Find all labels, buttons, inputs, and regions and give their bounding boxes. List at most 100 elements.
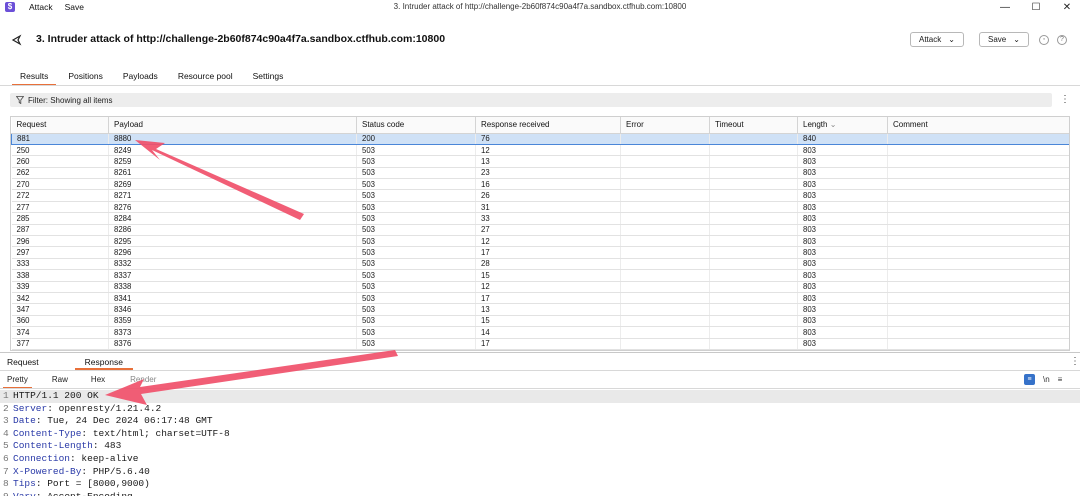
table-row[interactable]: 374 8373 503 14 803 [11, 326, 1069, 339]
table-row[interactable]: 360 8359 503 15 803 [11, 315, 1069, 328]
close-icon[interactable]: ✕ [1052, 0, 1080, 14]
col-timeout[interactable]: Timeout [709, 117, 798, 134]
tab-settings[interactable]: Settings [243, 68, 294, 86]
table-row[interactable]: 262 8261 503 23 803 [11, 167, 1069, 180]
kebab-menu-icon[interactable]: ⋮ [1070, 356, 1080, 367]
table-cell: 17 [475, 246, 621, 259]
filter-bar[interactable]: Filter: Showing all items [10, 93, 1052, 107]
view-tabs-divider [0, 388, 1080, 389]
table-cell: 503 [356, 315, 476, 328]
pause-icon[interactable]: ◦ [1039, 35, 1049, 45]
table-cell: 277 [11, 201, 109, 214]
table-cell: 803 [797, 281, 888, 293]
back-arrow-icon[interactable] [11, 34, 23, 46]
header-name: Tips [13, 478, 36, 490]
tab-resource-pool[interactable]: Resource pool [168, 68, 243, 86]
table-row[interactable]: 285 8284 503 33 803 [11, 212, 1069, 225]
tab-results[interactable]: Results [10, 68, 58, 86]
tab-response[interactable]: Response [74, 355, 134, 370]
table-cell: 803 [797, 338, 888, 350]
table-cell: 803 [797, 224, 888, 237]
table-row[interactable]: 296 8295 503 12 803 [11, 235, 1069, 248]
table-row[interactable]: 287 8286 503 27 803 [11, 224, 1069, 237]
table-cell [887, 144, 1069, 157]
save-dropdown-button[interactable]: Save ⌄ [979, 32, 1029, 47]
tab-raw[interactable]: Raw [45, 374, 75, 388]
header-name: X-Powered-By [13, 465, 82, 477]
col-request[interactable]: Request [11, 117, 109, 134]
col-length[interactable]: Length ⌄ [797, 117, 888, 134]
table-row[interactable]: 333 8332 503 28 803 [11, 258, 1069, 271]
help-icon[interactable]: ? [1057, 35, 1067, 45]
table-cell [887, 178, 1069, 191]
col-status-code[interactable]: Status code [356, 117, 476, 134]
split-divider[interactable] [0, 352, 1080, 353]
response-line: 1 HTTP/1.1 200 OK [0, 390, 1080, 403]
table-cell [709, 167, 798, 180]
tab-hex[interactable]: Hex [84, 374, 112, 388]
table-cell: 31 [475, 201, 621, 214]
table-cell: 503 [356, 258, 476, 271]
table-row[interactable]: 270 8269 503 16 803 [11, 178, 1069, 191]
table-cell [620, 155, 710, 168]
table-cell: 881 [11, 132, 109, 145]
table-cell: 503 [356, 281, 476, 293]
table-cell [709, 155, 798, 168]
menu-save[interactable]: Save [65, 2, 84, 12]
table-row[interactable]: 881 8880 200 76 840 [11, 132, 1069, 145]
col-payload[interactable]: Payload [108, 117, 357, 134]
table-row[interactable]: 347 8346 503 13 803 [11, 303, 1069, 316]
col-response-received[interactable]: Response received [475, 117, 621, 134]
table-row[interactable]: 339 8338 503 12 803 [11, 281, 1069, 293]
newline-toggle-icon[interactable]: \n [1043, 375, 1050, 384]
chevron-down-icon: ⌄ [1013, 35, 1020, 44]
line-number: 3 [3, 415, 9, 427]
table-cell: 503 [356, 189, 476, 202]
kebab-menu-icon[interactable]: ⋮ [1060, 94, 1070, 105]
table-cell [620, 315, 710, 328]
menu-attack[interactable]: Attack [29, 2, 53, 12]
table-row[interactable]: 338 8337 503 15 803 [11, 269, 1069, 282]
tab-request[interactable]: Request [1, 355, 45, 370]
table-cell: 272 [11, 189, 109, 202]
response-editor[interactable]: 1 HTTP/1.1 200 OK 2 Server: openresty/1.21.… [0, 390, 1080, 496]
table-row[interactable]: 250 8249 503 12 803 [11, 144, 1069, 157]
minimize-icon[interactable]: — [990, 0, 1020, 14]
line-number: 5 [3, 440, 9, 452]
table-row[interactable]: 277 8276 503 31 803 [11, 201, 1069, 214]
table-cell: 13 [475, 303, 621, 316]
table-row[interactable]: 297 8296 503 17 803 [11, 246, 1069, 259]
sort-down-icon: ⌄ [829, 120, 837, 130]
tab-positions[interactable]: Positions [58, 68, 113, 86]
table-cell: 503 [356, 338, 476, 350]
hamburger-menu-icon[interactable]: ≡ [1058, 375, 1063, 384]
table-row[interactable]: 260 8259 503 13 803 [11, 155, 1069, 168]
table-cell: 8341 [108, 292, 357, 305]
table-cell: 8337 [108, 269, 357, 282]
line-number: 8 [3, 478, 9, 490]
line-number: 1 [3, 390, 9, 401]
col-comment[interactable]: Comment [887, 117, 1069, 134]
table-cell: 503 [356, 212, 476, 225]
table-cell: 503 [356, 144, 476, 157]
attack-dropdown-button[interactable]: Attack ⌄ [910, 32, 964, 47]
wrap-lines-icon[interactable]: ≡ [1024, 374, 1035, 385]
table-row[interactable]: 377 8376 503 17 803 [11, 338, 1069, 350]
table-cell: 503 [356, 201, 476, 214]
tab-pretty[interactable]: Pretty [0, 374, 35, 389]
table-cell: 8284 [108, 212, 357, 225]
tab-render[interactable]: Render [123, 374, 163, 388]
tab-payloads[interactable]: Payloads [113, 68, 168, 86]
maximize-icon[interactable]: ☐ [1021, 0, 1051, 14]
table-cell [709, 281, 798, 293]
table-cell: 8338 [108, 281, 357, 293]
table-cell [709, 178, 798, 191]
table-cell [887, 167, 1069, 180]
table-cell: 27 [475, 224, 621, 237]
table-row[interactable]: 272 8271 503 26 803 [11, 189, 1069, 202]
line-number: 4 [3, 427, 9, 439]
col-error[interactable]: Error [620, 117, 710, 134]
response-line: 8 Tips: Port = [8000,9000) [0, 478, 1080, 491]
table-row[interactable]: 342 8341 503 17 803 [11, 292, 1069, 305]
table-cell: 338 [11, 269, 109, 282]
